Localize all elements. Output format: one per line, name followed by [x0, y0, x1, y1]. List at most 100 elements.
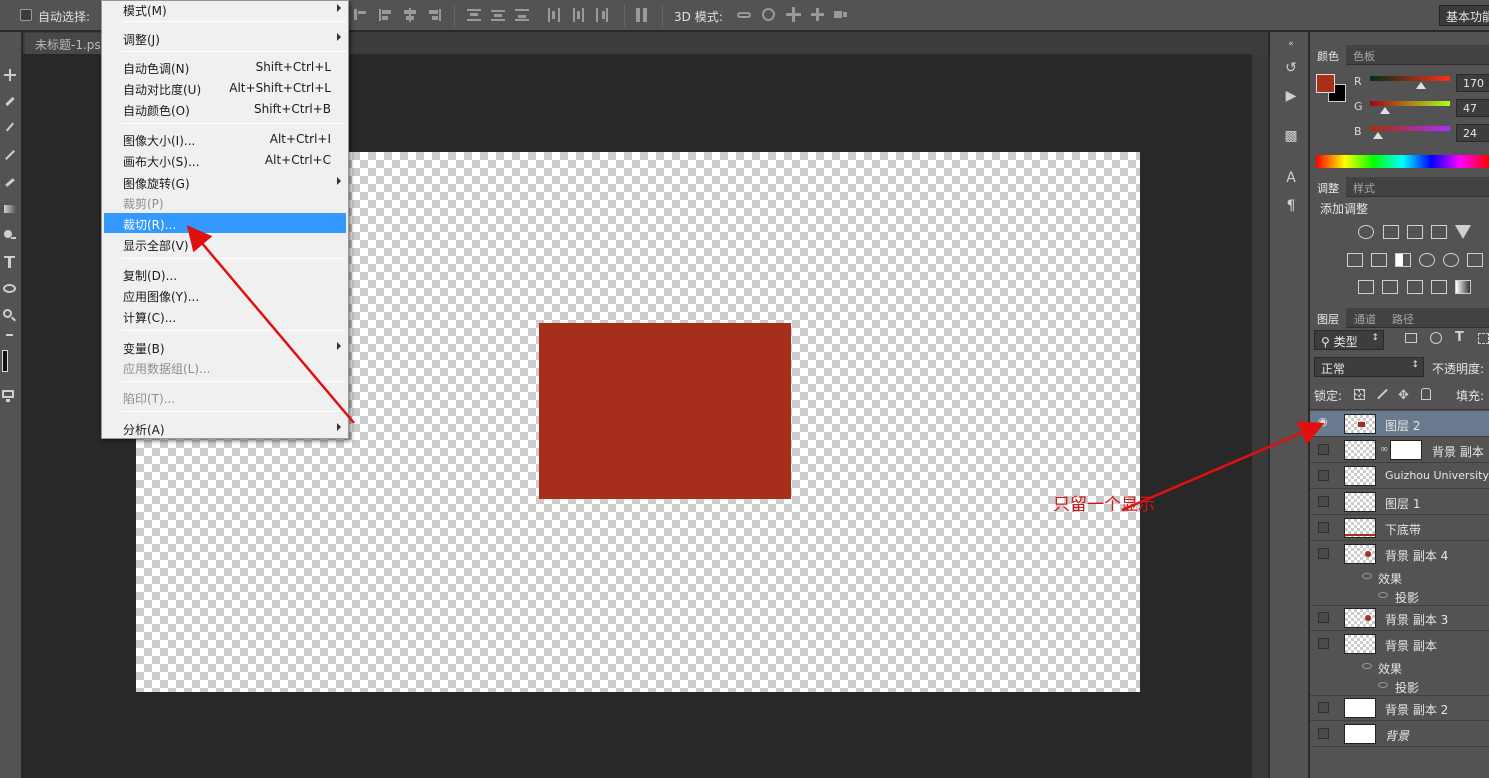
blend-mode-dropdown[interactable]: 正常 ↕: [1314, 357, 1424, 377]
distribute-vertical-centers-icon[interactable]: [490, 7, 505, 22]
tab-swatches[interactable]: 色板: [1346, 45, 1382, 65]
auto-align-layers-icon[interactable]: [634, 7, 649, 22]
menu-item-variables[interactable]: 变量(B): [104, 337, 346, 357]
link-chain-icon[interactable]: ∞: [1380, 444, 1388, 455]
menu-item-image-rotation[interactable]: 图像旋转(G): [104, 172, 346, 192]
menu-item-reveal-all[interactable]: 显示全部(V): [104, 234, 346, 254]
menu-item-trap[interactable]: 陷印(T)...: [104, 387, 346, 407]
vibrance-icon[interactable]: [1455, 225, 1471, 239]
exposure-icon[interactable]: [1431, 225, 1447, 239]
paragraph-icon[interactable]: ¶: [1283, 198, 1299, 214]
layer-row-layer-1[interactable]: 图层 1: [1310, 489, 1489, 515]
tab-channels[interactable]: 通道: [1347, 308, 1383, 328]
visibility-toggle[interactable]: [1318, 702, 1329, 713]
gradient-tool-icon[interactable]: [2, 202, 18, 216]
filter-adjustment-icon[interactable]: [1430, 332, 1442, 344]
filter-pixel-icon[interactable]: [1405, 333, 1417, 343]
auto-select-checkbox[interactable]: [20, 9, 32, 21]
menu-item-mode[interactable]: 模式(M): [104, 0, 346, 19]
channel-b-slider-thumb[interactable]: [1373, 132, 1383, 139]
lock-transparent-pixels-icon[interactable]: [1354, 389, 1365, 400]
distribute-bottom-icon[interactable]: [514, 7, 529, 22]
layer-row-background-copy-4[interactable]: 背景 副本 4: [1310, 541, 1489, 567]
distribute-left-icon[interactable]: [546, 7, 561, 22]
type-tool-icon[interactable]: [2, 255, 18, 269]
actions-play-icon[interactable]: ▶: [1283, 88, 1299, 104]
menu-item-analysis[interactable]: 分析(A): [104, 418, 346, 438]
color-spectrum-ramp[interactable]: [1316, 155, 1489, 168]
drop-shadow-effect-row[interactable]: 投影: [1310, 586, 1489, 606]
channel-r-slider-thumb[interactable]: [1416, 82, 1426, 89]
3d-scale-icon[interactable]: [833, 7, 848, 22]
visibility-toggle[interactable]: [1318, 470, 1329, 481]
channel-g-slider-thumb[interactable]: [1380, 107, 1390, 114]
foreground-color-swatch[interactable]: [2, 350, 18, 376]
visibility-toggle[interactable]: [1318, 728, 1329, 739]
visibility-toggle[interactable]: [1318, 612, 1329, 623]
zoom-tool-icon[interactable]: [2, 308, 18, 322]
threshold-icon[interactable]: [1407, 280, 1423, 294]
document-vertical-scrollbar[interactable]: [1252, 54, 1268, 778]
menu-item-apply-data-set[interactable]: 应用数据组(L)...: [104, 357, 346, 377]
curves-icon[interactable]: [1407, 225, 1423, 239]
lock-all-icon[interactable]: [1421, 388, 1431, 400]
tab-styles[interactable]: 样式: [1346, 177, 1382, 197]
menu-item-trim[interactable]: 裁切(R)...: [104, 213, 346, 233]
visibility-toggle[interactable]: [1318, 496, 1329, 507]
brush-tool-icon[interactable]: [2, 148, 18, 162]
channel-g-slider[interactable]: [1370, 101, 1450, 106]
character-icon[interactable]: A: [1283, 170, 1299, 186]
layer-row-bottom-band[interactable]: 下底带: [1310, 515, 1489, 541]
visibility-toggle[interactable]: [1318, 444, 1329, 455]
menu-item-auto-contrast[interactable]: 自动对比度(U) Alt+Shift+Ctrl+L: [104, 78, 346, 98]
hue-saturation-icon[interactable]: [1347, 253, 1363, 267]
layer-mask-thumbnail[interactable]: [1390, 440, 1422, 460]
document-tab[interactable]: 未标题-1.psd: [25, 33, 105, 54]
brightness-contrast-icon[interactable]: [1358, 225, 1374, 239]
color-lookup-icon[interactable]: [1467, 253, 1483, 267]
layer-filter-dropdown[interactable]: ⚲ 类型 ↕: [1314, 330, 1384, 350]
layer-effects-row[interactable]: 效果: [1310, 657, 1489, 676]
layer-row-background-copy-2[interactable]: 背景 副本 2: [1310, 695, 1489, 721]
channel-b-slider[interactable]: [1370, 126, 1450, 131]
align-right-icon[interactable]: [352, 7, 367, 22]
levels-icon[interactable]: [1383, 225, 1399, 239]
tab-layers[interactable]: 图层: [1310, 308, 1346, 328]
filter-type-icon[interactable]: T: [1455, 330, 1464, 345]
distribute-horizontal-centers-icon[interactable]: [570, 7, 585, 22]
distribute-top-icon[interactable]: [466, 7, 481, 22]
workspace-switcher[interactable]: 基本功能: [1439, 5, 1489, 26]
gradient-map-icon[interactable]: [1455, 280, 1471, 294]
menu-item-auto-tone[interactable]: 自动色调(N) Shift+Ctrl+L: [104, 57, 346, 77]
foreground-color-swatch[interactable]: [1316, 74, 1335, 93]
menu-item-canvas-size[interactable]: 画布大小(S)... Alt+Ctrl+C: [104, 150, 346, 170]
eyedropper-tool-icon[interactable]: [2, 120, 18, 134]
3d-slide-icon[interactable]: [810, 7, 825, 22]
3d-orbit-icon[interactable]: [736, 7, 751, 22]
clone-stamp-tool-icon[interactable]: [2, 175, 18, 189]
invert-icon[interactable]: [1358, 280, 1374, 294]
color-balance-icon[interactable]: [1371, 253, 1387, 267]
3d-roll-icon[interactable]: [761, 7, 776, 22]
properties-icon[interactable]: ▩: [1283, 128, 1299, 144]
black-white-icon[interactable]: [1395, 253, 1411, 267]
filter-shape-icon[interactable]: [1478, 333, 1489, 344]
visibility-toggle[interactable]: [1318, 638, 1329, 649]
tab-adjustments[interactable]: 调整: [1310, 177, 1346, 197]
layer-row-background-copy-3[interactable]: 背景 副本 3: [1310, 605, 1489, 631]
lock-position-icon[interactable]: ✥: [1398, 388, 1409, 403]
dodge-tool-icon[interactable]: [2, 228, 18, 242]
ellipse-tool-icon[interactable]: [2, 282, 18, 296]
collapse-panels-icon[interactable]: «: [1283, 36, 1299, 49]
swap-colors-icon[interactable]: [2, 332, 18, 342]
3d-pan-icon[interactable]: [786, 7, 801, 22]
move-tool-icon[interactable]: [2, 68, 18, 82]
layer-row-background-copy[interactable]: ∞ 背景 副本: [1310, 437, 1489, 463]
lock-image-pixels-icon[interactable]: [1377, 388, 1388, 400]
visibility-eye-icon[interactable]: ◉: [1318, 415, 1329, 428]
quick-selection-tool-icon[interactable]: [2, 94, 18, 108]
distribute-right-icon[interactable]: [594, 7, 609, 22]
menu-item-duplicate[interactable]: 复制(D)...: [104, 264, 346, 284]
layer-row-guizhou-university[interactable]: Guizhou University: [1310, 463, 1489, 489]
channel-mixer-icon[interactable]: [1443, 253, 1459, 267]
